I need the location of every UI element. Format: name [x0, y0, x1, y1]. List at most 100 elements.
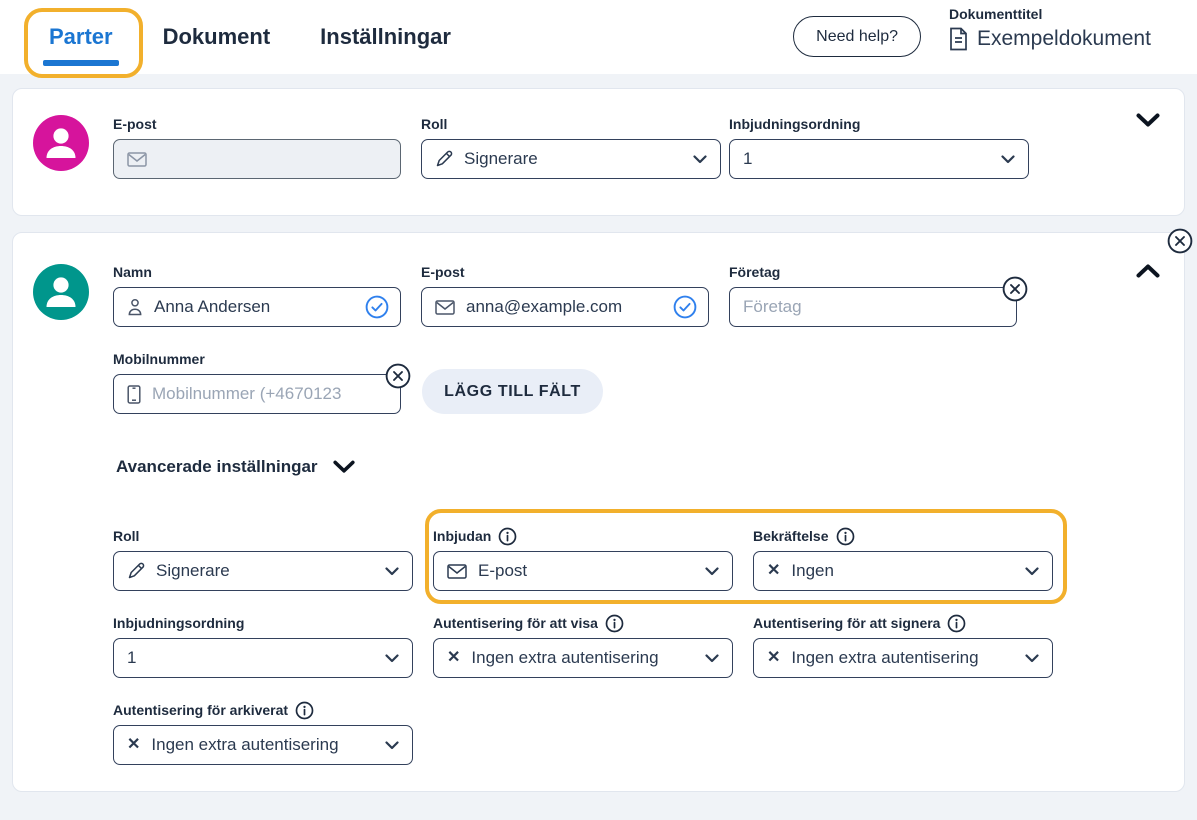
collapse-card-chevron-up-icon[interactable] — [1136, 263, 1160, 278]
email-input[interactable] — [466, 297, 695, 317]
invitation-select[interactable]: E-post — [433, 551, 733, 591]
field-email: E-post — [421, 263, 709, 327]
confirmation-label: Bekräftelse — [753, 528, 829, 544]
chevron-down-icon — [1025, 654, 1039, 663]
name-input[interactable] — [154, 297, 387, 317]
auth-view-label: Autentisering för att visa — [433, 615, 598, 631]
auth-sign-select[interactable]: ✕ Ingen extra autentisering — [753, 638, 1053, 678]
confirmation-select[interactable]: ✕ Ingen — [753, 551, 1053, 591]
none-x-icon: ✕ — [447, 650, 460, 666]
valid-check-icon — [365, 295, 389, 319]
invite-order-select[interactable]: 1 — [113, 638, 413, 678]
party-avatar-teal — [33, 264, 89, 320]
invitation-value: E-post — [478, 561, 527, 581]
field-auth-archive: Autentisering för arkiverat ✕ Ingen extr… — [113, 701, 413, 765]
advanced-settings-toggle[interactable]: Avancerade inställningar — [116, 457, 355, 477]
mobile-phone-icon — [127, 385, 141, 404]
role-label: Roll — [421, 115, 721, 133]
role-select[interactable]: Signerare — [421, 139, 721, 179]
info-icon[interactable] — [295, 701, 314, 720]
envelope-icon — [435, 300, 455, 315]
valid-check-icon — [673, 295, 697, 319]
confirmation-value: Ingen — [791, 561, 834, 581]
tab-dokument[interactable]: Dokument — [163, 24, 271, 50]
person-icon — [127, 298, 143, 316]
email-label: E-post — [421, 263, 709, 281]
remove-mobile-field-icon[interactable] — [385, 363, 411, 389]
auth-archive-select[interactable]: ✕ Ingen extra autentisering — [113, 725, 413, 765]
auth-sign-label: Autentisering för att signera — [753, 615, 940, 631]
field-auth-sign: Autentisering för att signera ✕ Ingen ex… — [753, 614, 1053, 678]
none-x-icon: ✕ — [767, 563, 780, 579]
auth-sign-value: Ingen extra autentisering — [791, 648, 978, 668]
tab-parter-label: Parter — [49, 24, 113, 49]
role-value: Signerare — [464, 149, 538, 169]
expand-card-chevron-down-icon[interactable] — [1136, 113, 1160, 128]
none-x-icon: ✕ — [127, 737, 140, 753]
tab-installningar-label: Inställningar — [320, 24, 451, 49]
chevron-down-icon — [693, 155, 707, 164]
top-nav: Parter Dokument Inställningar Need help?… — [0, 0, 1197, 74]
field-email: E-post — [113, 115, 401, 179]
email-label: E-post — [113, 115, 401, 133]
email-input[interactable] — [158, 149, 387, 169]
mobile-input-wrap — [113, 374, 401, 414]
mobile-label: Mobilnummer — [113, 350, 401, 368]
field-mobile: Mobilnummer — [113, 350, 401, 414]
field-invite-order: Inbjudningsordning 1 — [729, 115, 1029, 179]
field-role: Roll Signerare — [113, 527, 413, 591]
name-input-wrap — [113, 287, 401, 327]
invitation-label: Inbjudan — [433, 528, 491, 544]
document-icon — [949, 27, 968, 51]
auth-view-select[interactable]: ✕ Ingen extra autentisering — [433, 638, 733, 678]
email-input-wrap — [113, 139, 401, 179]
field-name: Namn — [113, 263, 401, 327]
remove-company-field-icon[interactable] — [1002, 276, 1028, 302]
chevron-down-icon — [385, 567, 399, 576]
pen-icon — [127, 562, 145, 580]
party-avatar-pink — [33, 115, 89, 171]
need-help-button[interactable]: Need help? — [793, 16, 921, 57]
auth-view-value: Ingen extra autentisering — [471, 648, 658, 668]
field-invite-order: Inbjudningsordning 1 — [113, 614, 413, 678]
name-label: Namn — [113, 263, 401, 281]
envelope-icon — [447, 564, 467, 579]
invite-order-select[interactable]: 1 — [729, 139, 1029, 179]
none-x-icon: ✕ — [767, 650, 780, 666]
chevron-down-icon — [1001, 155, 1015, 164]
company-input-wrap — [729, 287, 1017, 327]
invite-order-label: Inbjudningsordning — [729, 115, 1029, 133]
info-icon[interactable] — [498, 527, 517, 546]
envelope-icon — [127, 152, 147, 167]
auth-archive-value: Ingen extra autentisering — [151, 735, 338, 755]
info-icon[interactable] — [605, 614, 624, 633]
company-input[interactable] — [743, 297, 1003, 317]
header-right: Need help? Dokumenttitel Exempeldokument — [793, 0, 1175, 74]
role-select[interactable]: Signerare — [113, 551, 413, 591]
remove-party-icon[interactable] — [1167, 228, 1193, 254]
invite-order-value: 1 — [743, 149, 752, 169]
chevron-down-icon — [333, 460, 355, 474]
add-field-button[interactable]: LÄGG TILL FÄLT — [422, 369, 603, 414]
mobile-input[interactable] — [152, 384, 387, 404]
chevron-down-icon — [1025, 567, 1039, 576]
company-label: Företag — [729, 263, 1017, 281]
info-icon[interactable] — [947, 614, 966, 633]
tab-dokument-label: Dokument — [163, 24, 271, 49]
tab-installningar[interactable]: Inställningar — [320, 24, 451, 50]
info-icon[interactable] — [836, 527, 855, 546]
document-title-label: Dokumenttitel — [949, 6, 1175, 22]
party-card-anna: Namn E-post — [12, 232, 1185, 792]
field-invitation: Inbjudan E-post — [433, 527, 733, 591]
advanced-settings-label: Avancerade inställningar — [116, 457, 318, 477]
document-title-block: Dokumenttitel Exempeldokument — [949, 0, 1175, 51]
role-label: Roll — [113, 527, 413, 545]
field-company: Företag — [729, 263, 1017, 327]
party-card-empty: E-post Roll Signerare — [12, 88, 1185, 216]
tab-parter[interactable]: Parter — [49, 24, 113, 50]
document-title-value: Exempeldokument — [977, 27, 1151, 51]
invite-order-value: 1 — [127, 648, 136, 668]
field-confirmation: Bekräftelse ✕ Ingen — [753, 527, 1053, 591]
chevron-down-icon — [705, 654, 719, 663]
auth-archive-label: Autentisering för arkiverat — [113, 702, 288, 718]
